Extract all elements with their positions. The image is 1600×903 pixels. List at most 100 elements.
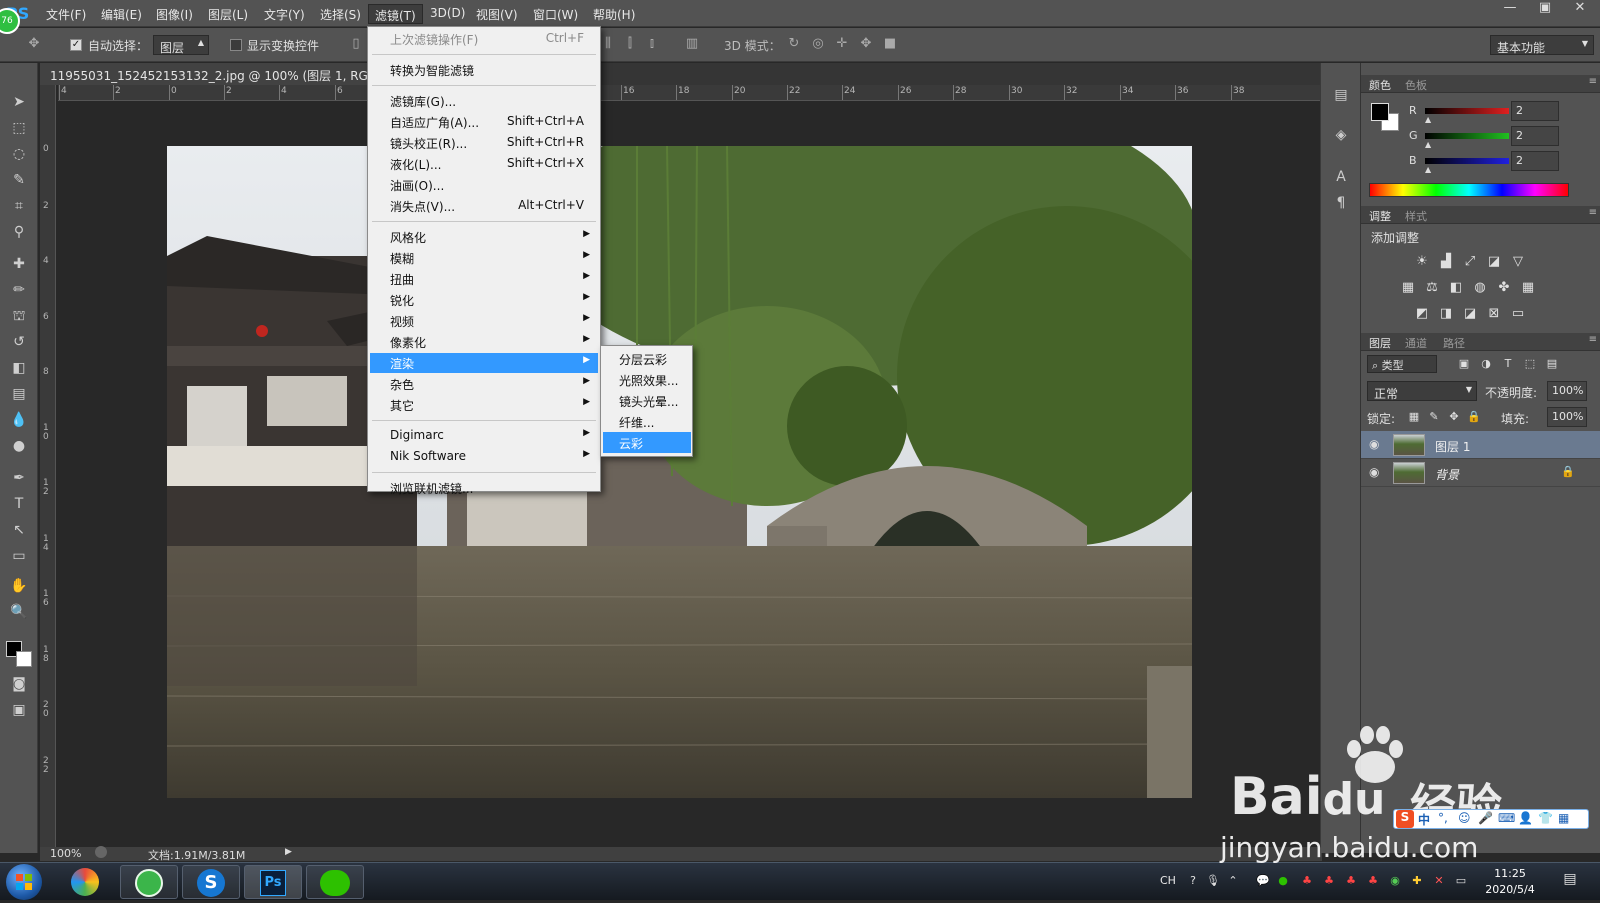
move-tool-icon[interactable]: ➤ (8, 91, 30, 113)
filter-menu-item[interactable]: Nik Software ▶ (370, 447, 598, 467)
hand-tool-icon[interactable]: ✋ (8, 575, 30, 597)
share-icon[interactable] (95, 846, 107, 858)
quick-select-tool-icon[interactable]: ✎ (8, 169, 30, 191)
distribute-right-icon[interactable]: ⫾ (644, 37, 660, 51)
tab-swatches[interactable]: 色板 (1405, 77, 1427, 93)
opacity-field[interactable]: 100% (1547, 381, 1587, 401)
render-submenu-item[interactable]: 云彩 (603, 432, 691, 453)
3d-rotate-icon[interactable]: ↻ (786, 37, 802, 51)
chat-icon[interactable]: 💬 (1256, 874, 1270, 888)
tab-color[interactable]: 颜色 (1369, 77, 1391, 93)
qq-icon-4[interactable]: ♣ (1366, 874, 1380, 888)
filter-menu-item[interactable]: 镜头校正(R)... Shift+Ctrl+R (370, 133, 598, 153)
clone-stamp-tool-icon[interactable]: ⛫ (8, 305, 30, 327)
menu-9[interactable]: 窗口(W) (527, 4, 584, 24)
channel-value-field[interactable]: 2 (1511, 101, 1559, 121)
menu-3[interactable]: 图层(L) (202, 4, 254, 24)
menu-1[interactable]: 编辑(E) (95, 4, 148, 24)
3d-slide-icon[interactable]: ✥ (858, 37, 874, 51)
history-brush-tool-icon[interactable]: ↺ (8, 331, 30, 353)
volume-muted-icon[interactable]: ✕ (1432, 874, 1446, 888)
color-foreground-swatch[interactable] (1371, 103, 1389, 121)
layer-name[interactable]: 背景 (1435, 466, 1459, 483)
panel-menu-icon[interactable]: ≡ (1589, 334, 1597, 345)
3d-scale-icon[interactable]: ■ (882, 37, 898, 51)
filter-menu-item[interactable]: 油画(O)... (370, 175, 598, 195)
slider-thumb-icon[interactable]: ▲ (1425, 115, 1431, 124)
taskbar-wechat[interactable] (306, 865, 364, 899)
filter-menu-item[interactable]: 视频 ▶ (370, 311, 598, 331)
filter-pixel-icon[interactable]: ▣ (1455, 355, 1473, 373)
properties-panel-icon[interactable]: ◈ (1331, 127, 1351, 147)
lock-transparent-icon[interactable]: ▦ (1405, 408, 1423, 426)
menu-4[interactable]: 文字(Y) (258, 4, 311, 24)
align-top-icon[interactable]: ▯ (348, 37, 364, 51)
threshold-icon[interactable]: ◪ (1461, 305, 1479, 323)
qq-icon-3[interactable]: ♣ (1344, 874, 1358, 888)
slider-thumb-icon[interactable]: ▲ (1425, 165, 1431, 174)
hue-saturation-icon[interactable]: ▦ (1399, 279, 1417, 297)
type-tool-icon[interactable]: T (8, 493, 30, 515)
background-color-swatch[interactable] (16, 651, 32, 667)
clock-date[interactable]: 2020/5/4 (1480, 883, 1540, 896)
layer-row[interactable]: ◉ 图层 1 (1361, 431, 1600, 459)
filter-menu-item[interactable]: 消失点(V)... Alt+Ctrl+V (370, 196, 598, 216)
notification-icon[interactable]: ▤ (1560, 871, 1580, 891)
move-tool-icon[interactable]: ✥ (22, 37, 46, 51)
photo-filter-icon[interactable]: ◍ (1471, 279, 1489, 297)
3d-roll-icon[interactable]: ◎ (810, 37, 826, 51)
render-submenu-item[interactable]: 分层云彩 (603, 348, 691, 369)
document-tab[interactable]: 11955031_152452153132_2.jpg @ 100% (图层 1… (40, 63, 413, 85)
pen-tool-icon[interactable]: ✒ (8, 467, 30, 489)
zoom-tool-icon[interactable]: 🔍 (8, 601, 30, 623)
filter-type-icon[interactable]: T (1499, 355, 1517, 373)
filter-menu-item[interactable]: 像素化 ▶ (370, 332, 598, 352)
brightness-icon[interactable]: ☀ (1413, 253, 1431, 271)
status-menu-arrow-icon[interactable]: ▶ (285, 847, 292, 857)
slider-thumb-icon[interactable]: ▲ (1425, 140, 1431, 149)
layer-name[interactable]: 图层 1 (1435, 438, 1470, 455)
menu-2[interactable]: 图像(I) (150, 4, 199, 24)
history-panel-icon[interactable]: ▤ (1331, 87, 1351, 107)
distribute-center-icon[interactable]: ⫿ (622, 37, 638, 51)
layer-row[interactable]: ◉ 背景 🔒 (1361, 459, 1600, 487)
language-indicator[interactable]: CH (1160, 874, 1176, 887)
filter-menu-item[interactable]: 转换为智能滤镜 (370, 60, 598, 80)
screen-mode-icon[interactable]: ▣ (8, 699, 30, 721)
filter-menu-item[interactable]: Digimarc ▶ (370, 426, 598, 446)
tab-layers[interactable]: 图层 (1369, 335, 1391, 351)
lasso-tool-icon[interactable]: ◌ (8, 143, 30, 165)
filter-shape-icon[interactable]: ⬚ (1521, 355, 1539, 373)
wechat-tray-icon[interactable]: ● (1276, 874, 1290, 888)
filter-menu-item[interactable]: 液化(L)... Shift+Ctrl+X (370, 154, 598, 174)
blend-mode-dropdown[interactable]: 正常 ▼ (1367, 381, 1477, 401)
minimize-button[interactable]: — (1495, 0, 1525, 20)
paragraph-panel-icon[interactable]: ¶ (1331, 195, 1351, 215)
channel-mixer-icon[interactable]: ✤ (1495, 279, 1513, 297)
auto-select-dropdown[interactable]: 图层 ▲ (153, 35, 209, 55)
menu-10[interactable]: 帮助(H) (587, 4, 641, 24)
channel-slider[interactable] (1425, 133, 1509, 139)
render-submenu-item[interactable]: 光照效果... (603, 369, 691, 390)
channel-slider[interactable] (1425, 158, 1509, 164)
invert-icon[interactable]: ◩ (1413, 305, 1431, 323)
filter-menu-item[interactable]: 杂色 ▶ (370, 374, 598, 394)
3d-pan-icon[interactable]: ✛ (834, 37, 850, 51)
filter-menu-item[interactable]: 渲染 ▶ (370, 353, 598, 373)
menu-7[interactable]: 3D(D) (424, 4, 471, 24)
help-icon[interactable]: ? (1186, 874, 1200, 888)
menu-0[interactable]: 文件(F) (40, 4, 92, 24)
workspace-switcher[interactable]: 基本功能 ▼ (1490, 35, 1594, 55)
quick-mask-icon[interactable]: ◙ (8, 673, 30, 695)
close-button[interactable]: ✕ (1565, 0, 1595, 20)
microphone-icon[interactable]: 🎙 (1206, 874, 1220, 888)
channel-value-field[interactable]: 2 (1511, 151, 1559, 171)
menu-5[interactable]: 选择(S) (314, 4, 367, 24)
character-panel-icon[interactable]: A (1331, 169, 1351, 189)
selective-color-icon[interactable]: ⊠ (1485, 305, 1503, 323)
healing-brush-tool-icon[interactable]: ✚ (8, 253, 30, 275)
tab-styles[interactable]: 样式 (1405, 208, 1427, 224)
security-icon[interactable]: ◉ (1388, 874, 1402, 888)
taskbar-photoshop[interactable]: Ps (244, 865, 302, 899)
color-spectrum-bar[interactable] (1369, 183, 1569, 197)
